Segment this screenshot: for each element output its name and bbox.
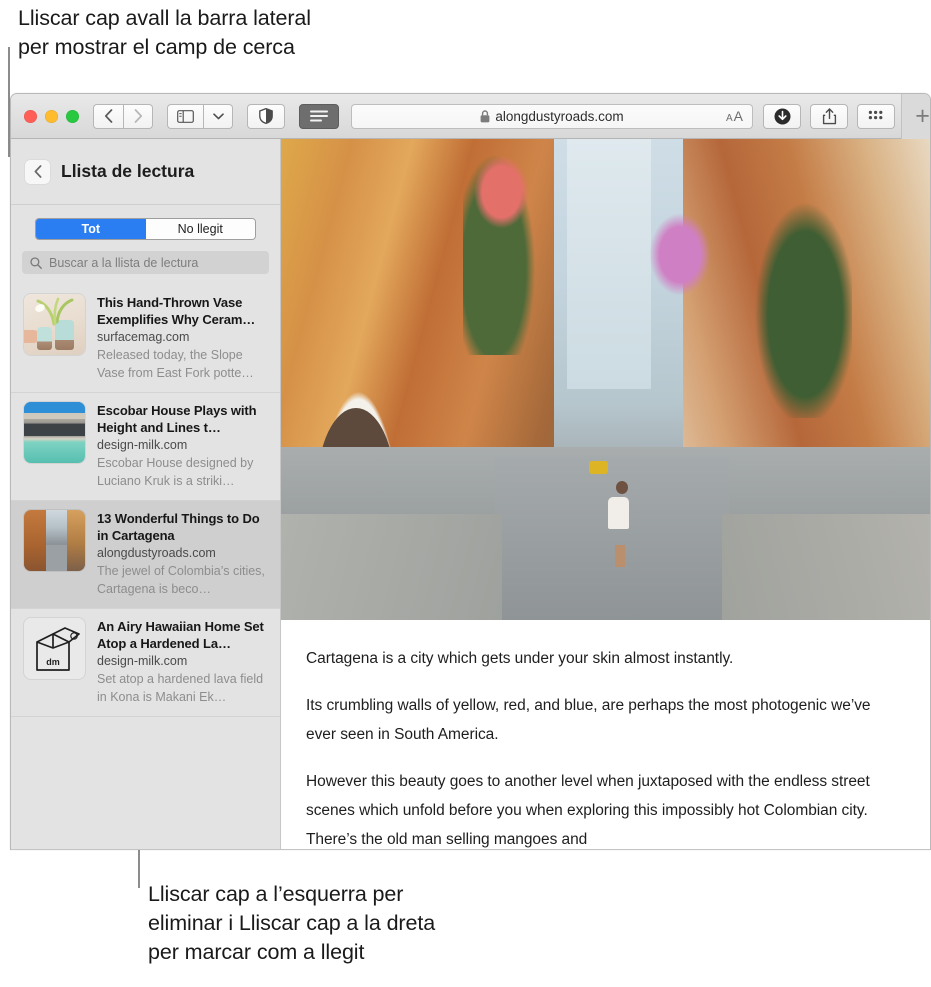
chevron-down-icon — [212, 112, 224, 119]
new-tab-button[interactable]: + — [901, 94, 930, 139]
tab-overview-icon — [868, 110, 883, 119]
callout-top-text: Lliscar cap avall la barra lateral per m… — [18, 6, 311, 59]
reading-list-filter-row: Tot No llegit — [11, 205, 280, 240]
list-item-description: Set atop a hardened lava field in Kona i… — [97, 672, 264, 704]
shield-icon — [259, 108, 273, 124]
sidebar-header: Llista de lectura — [11, 139, 280, 205]
lock-icon — [480, 109, 490, 122]
search-row: Buscar a la llista de lectura — [11, 240, 280, 274]
downloads-button[interactable] — [763, 103, 801, 129]
article-paragraph: Its crumbling walls of yellow, red, and … — [306, 697, 871, 743]
text-size-large-label: A — [733, 108, 743, 124]
navigation-buttons — [93, 103, 153, 129]
sidebar-controls — [167, 103, 233, 129]
vase-leaves-art — [35, 297, 74, 326]
list-item-title: 13 Wonderful Things to Do in Cartagena — [97, 511, 260, 543]
window-traffic-lights — [24, 109, 79, 123]
address-bar-url: alongdustyroads.com — [495, 108, 624, 124]
reader-view-icon — [310, 110, 328, 121]
list-item-description: Released today, the Slope Vase from East… — [97, 348, 254, 380]
forward-button[interactable] — [123, 103, 153, 129]
list-item-site: alongdustyroads.com — [97, 546, 216, 560]
address-bar-content: alongdustyroads.com — [480, 108, 624, 124]
sidebar-menu-button[interactable] — [203, 103, 233, 129]
cartagena-street-photo — [281, 139, 930, 620]
back-button[interactable] — [93, 103, 123, 129]
toggle-sidebar-button[interactable] — [167, 103, 203, 129]
reading-list: This Hand-Thrown Vase Exemplifies Why Ce… — [11, 285, 280, 850]
design-milk-logo-thumbnail: dm — [24, 618, 85, 679]
article-content: Cartagena is a city which gets under you… — [281, 139, 930, 850]
callout-bottom-text: Lliscar cap a l’esquerra per eliminar i … — [148, 882, 436, 964]
maximize-window-button[interactable] — [66, 109, 79, 123]
tab-overview-button[interactable] — [857, 103, 895, 129]
toolbar-right-buttons — [763, 103, 895, 129]
list-item[interactable]: 13 Wonderful Things to Do in Cartagena a… — [11, 501, 280, 609]
screenshot-root: Lliscar cap avall la barra lateral per m… — [0, 0, 931, 987]
list-item-text: Escobar House Plays with Height and Line… — [97, 402, 268, 490]
share-button[interactable] — [810, 103, 848, 129]
address-bar[interactable]: alongdustyroads.com A A — [351, 103, 753, 129]
sidebar-back-button[interactable] — [25, 159, 50, 184]
close-window-button[interactable] — [24, 109, 37, 123]
minimize-window-button[interactable] — [45, 109, 58, 123]
text-size-small-label: A — [725, 113, 733, 124]
window-bottom-edge — [11, 849, 930, 850]
privacy-report-button[interactable] — [247, 103, 285, 129]
sidebar-icon — [177, 109, 194, 123]
chevron-left-icon — [104, 109, 113, 123]
list-item-title: This Hand-Thrown Vase Exemplifies Why Ce… — [97, 295, 256, 327]
list-item-site: design-milk.com — [97, 654, 188, 668]
reading-list-search-input[interactable]: Buscar a la llista de lectura — [22, 251, 269, 274]
list-item-title: Escobar House Plays with Height and Line… — [97, 403, 257, 435]
text-size-control[interactable]: A A — [726, 108, 743, 124]
article-body: Cartagena is a city which gets under you… — [281, 620, 930, 850]
list-item-description: Escobar House designed by Luciano Kruk i… — [97, 456, 254, 488]
reading-list-sidebar: Llista de lectura Tot No llegit Buscar a… — [11, 139, 281, 850]
privacy-report-group — [247, 103, 285, 129]
vase-thumbnail — [24, 294, 85, 355]
article-paragraph: Cartagena is a city which gets under you… — [306, 650, 734, 667]
reading-list-filter[interactable]: Tot No llegit — [35, 218, 256, 240]
download-icon — [774, 108, 790, 124]
chevron-right-icon — [134, 109, 142, 123]
window-body: Llista de lectura Tot No llegit Buscar a… — [11, 139, 930, 850]
list-item[interactable]: This Hand-Thrown Vase Exemplifies Why Ce… — [11, 285, 280, 393]
filter-unread-button[interactable]: No llegit — [145, 219, 255, 239]
search-icon — [30, 256, 42, 269]
list-item-text: 13 Wonderful Things to Do in Cartagena a… — [97, 510, 268, 598]
reader-view-button[interactable] — [299, 103, 339, 129]
list-item-site: surfacemag.com — [97, 330, 190, 344]
reader-view-group — [299, 103, 339, 129]
sidebar-title: Llista de lectura — [61, 161, 195, 181]
house-thumbnail — [24, 402, 85, 463]
list-item-text: An Airy Hawaiian Home Set Atop a Hardene… — [97, 618, 268, 706]
article-paragraph: However this beauty goes to another leve… — [306, 773, 870, 848]
browser-toolbar: alongdustyroads.com A A + — [11, 94, 930, 139]
list-item-description: The jewel of Colombia’s cities, Cartagen… — [97, 564, 265, 596]
milk-carton-icon: dm — [35, 626, 80, 671]
safari-window: alongdustyroads.com A A + Llista de lect… — [10, 93, 931, 850]
share-icon — [822, 107, 836, 124]
list-item[interactable]: Escobar House Plays with Height and Line… — [11, 393, 280, 501]
filter-all-button[interactable]: Tot — [36, 219, 146, 239]
list-item-text: This Hand-Thrown Vase Exemplifies Why Ce… — [97, 294, 268, 382]
search-placeholder: Buscar a la llista de lectura — [49, 255, 199, 270]
list-item-site: design-milk.com — [97, 438, 188, 452]
svg-text:dm: dm — [46, 657, 60, 667]
street-thumbnail — [24, 510, 85, 571]
list-item[interactable]: dm An Airy Hawaiian Home Set Atop a Hard… — [11, 609, 280, 717]
chevron-left-icon — [34, 165, 41, 178]
list-item-title: An Airy Hawaiian Home Set Atop a Hardene… — [97, 619, 264, 651]
